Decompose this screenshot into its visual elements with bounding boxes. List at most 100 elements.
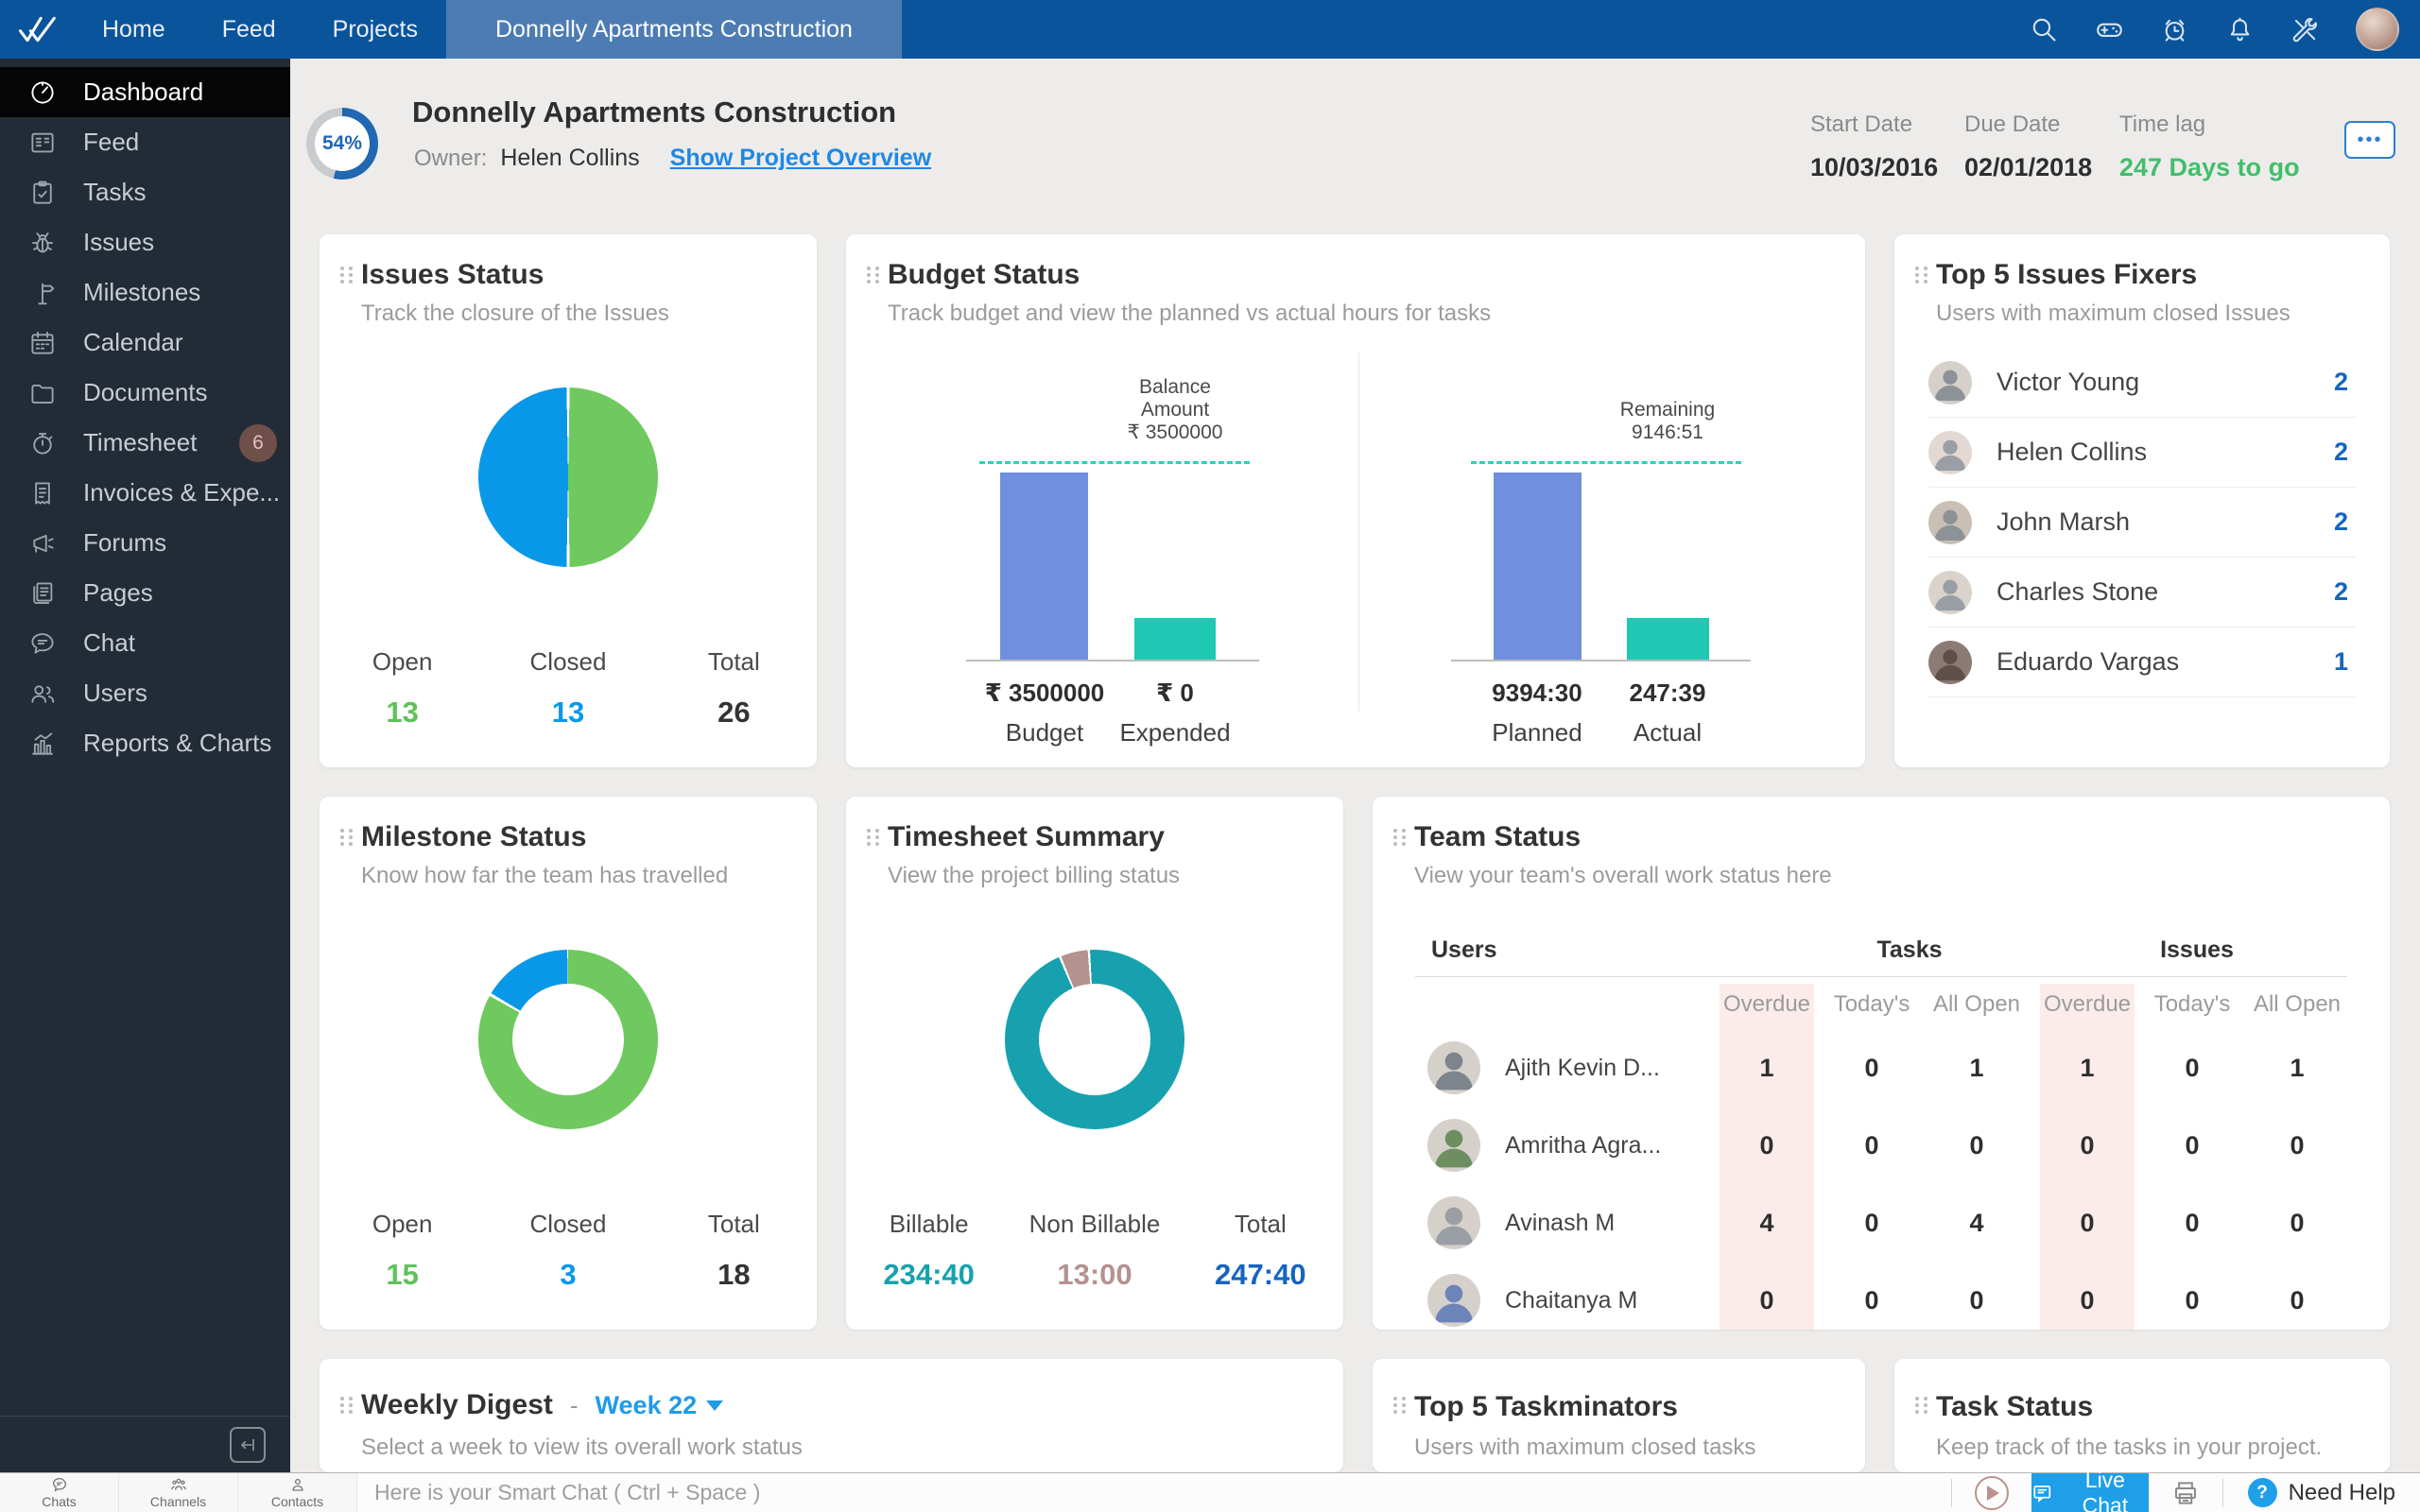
card-title: Top 5 Issues Fixers xyxy=(1936,259,2198,290)
tasks-group-header: Tasks xyxy=(1876,936,1943,963)
timer-icon[interactable] xyxy=(2160,15,2189,44)
sidebar-item-calendar[interactable]: Calendar xyxy=(0,318,290,368)
drag-handle-icon[interactable] xyxy=(1393,829,1397,833)
user-avatar[interactable] xyxy=(2356,8,2399,51)
sidebar-item-timesheet[interactable]: Timesheet 6 xyxy=(0,418,290,468)
contacts-dock-tab[interactable]: Contacts xyxy=(238,1473,357,1512)
billable-label: Billable xyxy=(889,1210,969,1238)
card-title: Team Status xyxy=(1414,821,1582,852)
chats-dock-tab[interactable]: Chats xyxy=(0,1473,119,1512)
milestone-stats-row: Open 15 Closed 3 Total 18 xyxy=(320,1210,817,1292)
print-button[interactable] xyxy=(2171,1479,2200,1507)
sidebar-item-feed[interactable]: Feed xyxy=(0,117,290,167)
dock-tab-label: Contacts xyxy=(270,1494,324,1509)
app-logo-icon[interactable] xyxy=(0,10,74,48)
top-taskminators-card: Top 5 Taskminators Users with maximum cl… xyxy=(1373,1359,1865,1472)
issues-group-header: Issues xyxy=(2160,936,2234,963)
cell-value: 1 xyxy=(1759,1053,1774,1082)
top-nav: Home Feed Projects Donnelly Apartments C… xyxy=(0,0,2420,59)
sidebar-item-dashboard[interactable]: Dashboard xyxy=(0,67,290,117)
smart-chat-input[interactable] xyxy=(357,1473,1951,1512)
sidebar-item-reports[interactable]: Reports & Charts xyxy=(0,718,290,768)
drag-handle-icon[interactable] xyxy=(340,829,344,833)
sidebar-item-label: Tasks xyxy=(83,178,147,206)
drag-handle-icon[interactable] xyxy=(867,266,871,270)
card-subtitle: View your team's overall work status her… xyxy=(1414,863,1832,888)
drag-handle-icon[interactable] xyxy=(1915,266,1919,270)
issues-status-pie-chart xyxy=(478,387,658,567)
card-title: Weekly Digest xyxy=(361,1389,553,1420)
collapse-sidebar-button[interactable] xyxy=(230,1426,266,1463)
top-issues-fixers-card: Top 5 Issues Fixers Users with maximum c… xyxy=(1894,234,2390,767)
page-title: Donnelly Apartments Construction xyxy=(412,95,897,129)
sidebar-item-invoices[interactable]: Invoices & Expe... xyxy=(0,468,290,518)
live-chat-icon xyxy=(2033,1485,2050,1503)
sidebar-item-label: Chat xyxy=(83,628,135,657)
nav-tab-feed[interactable]: Feed xyxy=(194,0,304,59)
sidebar-item-pages[interactable]: Pages xyxy=(0,568,290,618)
nav-tab-projects[interactable]: Projects xyxy=(304,0,446,59)
sidebar-item-label: Invoices & Expe... xyxy=(83,478,281,507)
budget-bar xyxy=(1000,472,1088,660)
dock-tab-label: Channels xyxy=(149,1494,207,1509)
hours-threshold-line xyxy=(1471,461,1741,464)
cell-value: 0 xyxy=(2080,1130,2095,1160)
play-tour-button[interactable] xyxy=(1974,1475,2009,1510)
live-chat-button[interactable]: Live Chat xyxy=(2031,1468,2149,1512)
sidebar-item-tasks[interactable]: Tasks xyxy=(0,167,290,217)
cell-value: 0 xyxy=(2185,1285,2200,1314)
task-status-card: Task Status Keep track of the tasks in y… xyxy=(1894,1359,2390,1472)
invoice-receipt-icon xyxy=(28,479,57,507)
channels-dock-tab[interactable]: Channels xyxy=(119,1473,238,1512)
issues-status-card: Issues Status Track the closure of the I… xyxy=(320,234,817,767)
more-options-button[interactable]: ••• xyxy=(2344,121,2395,159)
cell-value: 1 xyxy=(2080,1053,2095,1082)
sidebar-item-issues[interactable]: Issues xyxy=(0,217,290,267)
games-icon[interactable] xyxy=(2095,15,2124,44)
show-project-overview-link[interactable]: Show Project Overview xyxy=(670,145,932,172)
stopwatch-icon xyxy=(28,429,57,457)
sidebar-item-forums[interactable]: Forums xyxy=(0,518,290,568)
avatar xyxy=(1928,500,1972,544)
list-item[interactable]: John Marsh 2 xyxy=(1928,488,2356,558)
nav-tab-active-project[interactable]: Donnelly Apartments Construction xyxy=(445,0,902,59)
drag-handle-icon[interactable] xyxy=(1915,1397,1919,1400)
drag-handle-icon[interactable] xyxy=(340,1397,344,1400)
need-help-button[interactable]: ? Need Help xyxy=(2247,1473,2395,1512)
drag-handle-icon[interactable] xyxy=(867,829,871,833)
sidebar-item-users[interactable]: Users xyxy=(0,668,290,718)
actual-value: 247:39 xyxy=(1629,679,1706,707)
non-billable-label: Non Billable xyxy=(1028,1210,1161,1238)
due-date-value: 02/01/2018 xyxy=(1964,153,2093,181)
list-item[interactable]: Charles Stone 2 xyxy=(1928,558,2356,627)
search-icon[interactable] xyxy=(2030,15,2059,44)
due-date-block: Due Date 02/01/2018 xyxy=(1964,112,2092,182)
cell-value: 1 xyxy=(2290,1053,2305,1082)
list-item[interactable]: Victor Young 2 xyxy=(1928,348,2356,418)
list-item[interactable]: Helen Collins 2 xyxy=(1928,418,2356,488)
total-value: 18 xyxy=(717,1258,751,1291)
list-item[interactable]: Eduardo Vargas 1 xyxy=(1928,627,2356,697)
printer-icon xyxy=(2174,1481,2196,1504)
sidebar-item-milestones[interactable]: Milestones xyxy=(0,267,290,318)
sidebar-item-documents[interactable]: Documents xyxy=(0,368,290,418)
drag-handle-icon[interactable] xyxy=(340,266,344,270)
settings-tools-icon[interactable] xyxy=(2290,15,2320,44)
play-icon xyxy=(1987,1485,2000,1501)
sidebar-item-chat[interactable]: Chat xyxy=(0,618,290,668)
cell-value: 0 xyxy=(1864,1053,1879,1082)
card-title: Issues Status xyxy=(361,259,544,290)
nav-tab-home[interactable]: Home xyxy=(74,0,194,59)
cell-value: 0 xyxy=(2185,1130,2200,1160)
drag-handle-icon[interactable] xyxy=(1393,1397,1397,1400)
calendar-icon xyxy=(28,329,57,357)
week-selector-dropdown[interactable]: Week 22 xyxy=(596,1391,724,1420)
column-header: Overdue xyxy=(2043,991,2132,1017)
total-value: 26 xyxy=(717,696,751,729)
time-lag-label: Time lag xyxy=(2119,112,2206,137)
folder-icon xyxy=(28,379,57,407)
fixer-count: 2 xyxy=(2333,438,2348,466)
notifications-bell-icon[interactable] xyxy=(2225,15,2255,44)
title-separator: - xyxy=(569,1390,579,1419)
avatar xyxy=(1427,1274,1480,1327)
